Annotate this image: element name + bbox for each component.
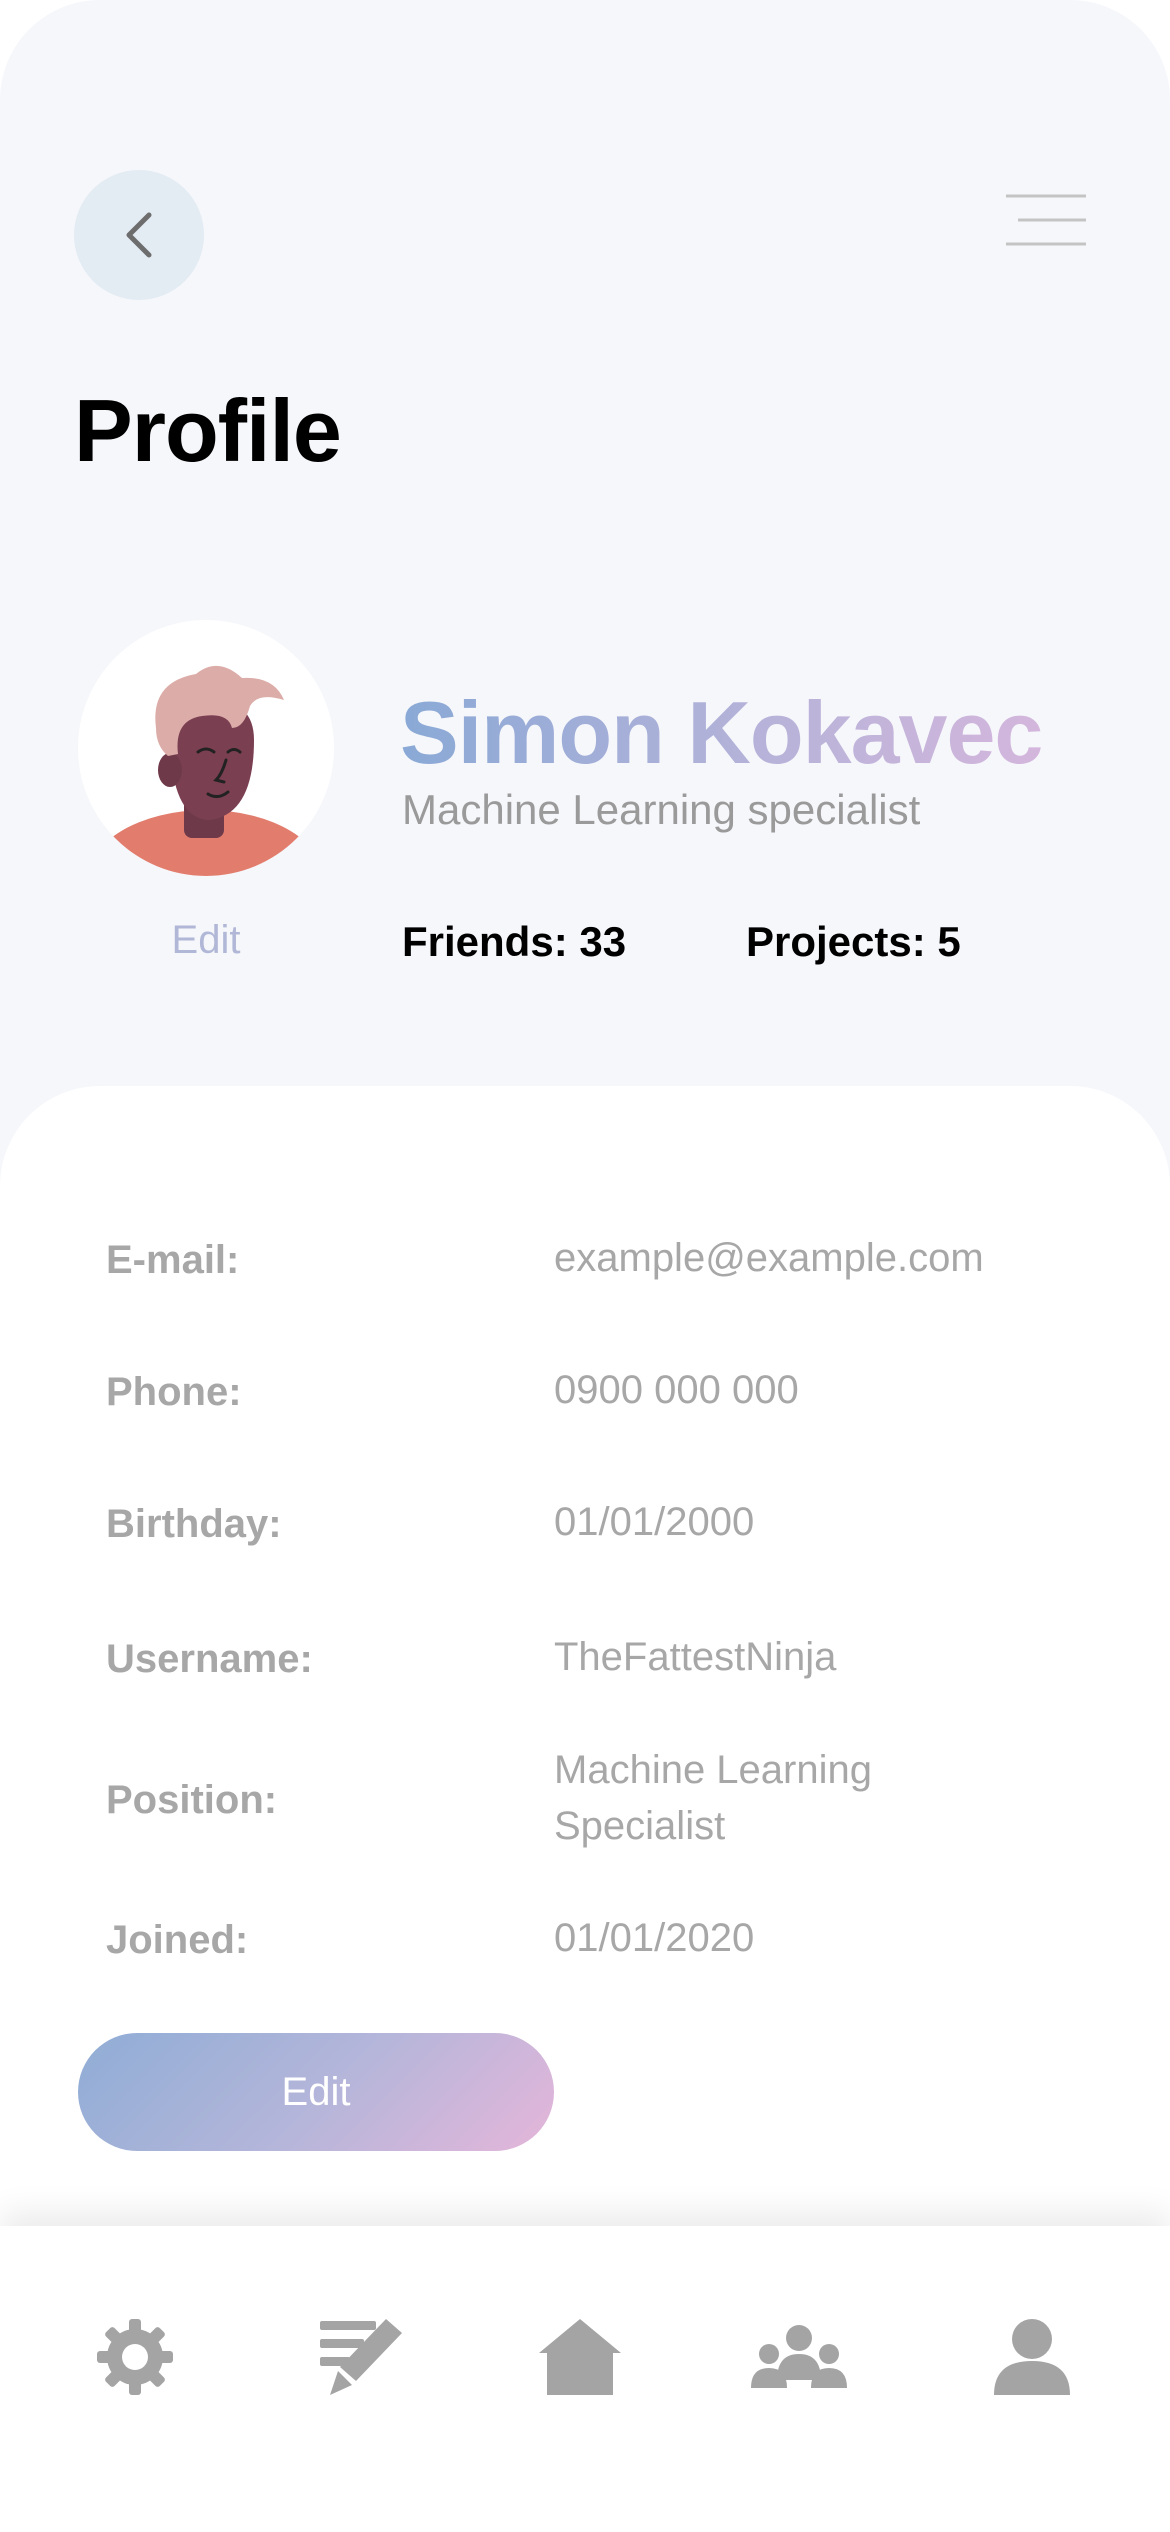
chevron-left-icon [126, 212, 152, 258]
nav-group[interactable] [744, 2302, 854, 2412]
group-icon [751, 2325, 847, 2388]
edit-notes-icon [320, 2319, 402, 2395]
nav-edit[interactable] [306, 2302, 416, 2412]
edit-profile-button[interactable]: Edit [78, 2033, 554, 2151]
joined-value: 01/01/2020 [554, 1916, 755, 1960]
page-title: Profile [74, 381, 342, 480]
user-name: Simon Kokavec [400, 683, 1043, 782]
username-label: Username: [106, 1637, 313, 1681]
position-label: Position: [106, 1778, 278, 1822]
nav-home[interactable] [525, 2302, 635, 2412]
avatar-illustration [86, 665, 326, 876]
profile-person-icon [994, 2319, 1070, 2395]
avatar-edit-link[interactable]: Edit [78, 918, 334, 963]
back-button[interactable] [74, 170, 204, 300]
bottom-nav [0, 2226, 1170, 2532]
phone-value: 0900 000 000 [554, 1368, 799, 1412]
projects-count[interactable]: Projects: 5 [746, 918, 961, 966]
friends-count[interactable]: Friends: 33 [402, 918, 626, 966]
hamburger-menu-icon [1006, 194, 1086, 246]
menu-button[interactable] [1004, 192, 1088, 250]
nav-profile[interactable] [977, 2302, 1087, 2412]
nav-settings[interactable] [80, 2302, 190, 2412]
position-value: Machine Learning Specialist [554, 1748, 872, 1848]
username-value: TheFattestNinja [554, 1635, 837, 1679]
settings-gear-icon [97, 2319, 173, 2395]
email-label: E-mail: [106, 1238, 240, 1282]
profile-screen: Profile Edit Simon Kokavec Machine Learn… [0, 0, 1170, 2532]
birthday-value: 01/01/2000 [554, 1500, 755, 1544]
email-value: example@example.com [554, 1236, 984, 1280]
home-icon [539, 2319, 621, 2395]
user-role: Machine Learning specialist [402, 786, 921, 833]
avatar [78, 620, 334, 876]
birthday-label: Birthday: [106, 1502, 282, 1546]
joined-label: Joined: [106, 1918, 249, 1962]
phone-label: Phone: [106, 1370, 242, 1414]
